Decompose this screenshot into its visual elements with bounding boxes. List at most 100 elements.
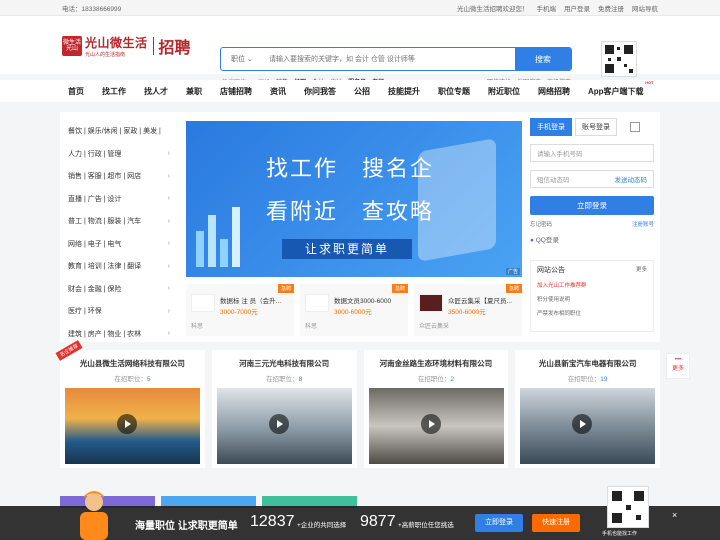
company-count: 12837 bbox=[250, 513, 295, 530]
banner-slogan: 让求职更简单 bbox=[282, 239, 412, 259]
job-title: 众匠云集采【夏尺员... bbox=[448, 298, 512, 305]
category-item[interactable]: 餐饮 | 娱乐/休闲 | 家政 | 美发 | bbox=[68, 120, 170, 143]
qr-login-icon[interactable] bbox=[630, 122, 640, 132]
top-bar: 电话：18338666999 光山微生活招聘欢迎您！ 手机端 用户登录 免费注册… bbox=[0, 0, 720, 16]
close-icon[interactable]: × bbox=[672, 510, 677, 520]
nav-find-job[interactable]: 找工作 bbox=[102, 86, 126, 97]
logo-subtitle: 光山人的生活指南 bbox=[85, 52, 126, 58]
site-nav-link[interactable]: 网站导航 bbox=[632, 3, 658, 13]
urgent-badge: 急聘 bbox=[277, 284, 294, 293]
category-item[interactable]: 教育 | 培训 | 法律 | 翻译 › bbox=[68, 255, 170, 278]
category-item[interactable]: 直播 | 广告 | 设计 › bbox=[68, 188, 170, 211]
search-button[interactable]: 搜索 bbox=[515, 48, 571, 70]
company-card[interactable]: 河南金丝路生态环境材料有限公司 在招职位：2 bbox=[363, 350, 509, 468]
logo-product: 招聘 bbox=[158, 40, 191, 57]
job-card[interactable]: 急聘 数据文员3000-6000 3000-6000元 科思 bbox=[300, 284, 408, 336]
nav-skills[interactable]: 技能提升 bbox=[388, 86, 420, 97]
main-panel: 餐饮 | 娱乐/休闲 | 家政 | 美发 | 人力 | 行政 | 管理 › 销售 … bbox=[60, 112, 660, 342]
nav-part-time[interactable]: 兼职 bbox=[186, 86, 202, 97]
banner-line-2: 看附近 查攻略 bbox=[266, 199, 435, 224]
qq-login[interactable]: ● QQ登录 bbox=[530, 234, 654, 244]
job-company: 众匠云集采 bbox=[419, 324, 450, 330]
chevron-right-icon: › bbox=[167, 307, 170, 315]
user-login-link[interactable]: 用户登录 bbox=[564, 3, 590, 13]
chevron-right-icon: › bbox=[167, 150, 170, 158]
nav-store-jobs[interactable]: 店铺招聘 bbox=[220, 86, 252, 97]
play-icon[interactable] bbox=[420, 414, 441, 434]
tab-phone-login[interactable]: 手机登录 bbox=[530, 118, 572, 136]
login-panel: 手机登录 账号登录 请输入手机号码 短信动态码 发送动态码 立即登录 忘记密码 注册… bbox=[530, 118, 654, 272]
play-icon[interactable] bbox=[117, 414, 137, 434]
nav-news[interactable]: 资讯 bbox=[270, 86, 286, 97]
nav-job-topics[interactable]: 职位专题 bbox=[438, 86, 470, 97]
job-card[interactable]: 急聘 数据标 注 员（会升... 3000-7000元 科思 bbox=[186, 284, 294, 336]
chevron-right-icon: › bbox=[167, 285, 170, 293]
featured-companies: 名企推荐 光山县微生活网络科技有限公司 在招职位：5 河南三元光电科技有限公司 … bbox=[55, 340, 660, 480]
free-register-link[interactable]: 免费注册 bbox=[598, 3, 624, 13]
logo-mark-icon: 微生活光山 bbox=[62, 36, 82, 56]
send-code-button[interactable]: 发送动态码 bbox=[615, 174, 648, 184]
company-name: 光山县新宝汽车电器有限公司 bbox=[538, 359, 637, 368]
search-input[interactable] bbox=[269, 48, 515, 70]
chevron-right-icon: › bbox=[167, 262, 170, 270]
hero-banner[interactable]: 找工作 搜名企 看附近 查攻略 让求职更简单 广告 bbox=[186, 121, 522, 277]
site-logo[interactable]: 微生活光山 光山微生活 光山人的生活指南 招聘 bbox=[62, 34, 191, 58]
search-bar: 职位 ⌄ 搜索 bbox=[220, 47, 572, 71]
login-button[interactable]: 立即登录 bbox=[530, 196, 654, 215]
side-more-button[interactable]: ••• 更多 bbox=[666, 353, 690, 379]
play-icon[interactable] bbox=[268, 414, 289, 434]
nav-public-recruit[interactable]: 公招 bbox=[354, 86, 370, 97]
forgot-password-link[interactable]: 忘记密码 bbox=[530, 220, 552, 228]
hotline: 电话：18338666999 bbox=[62, 5, 122, 13]
qr-caption: 手机也能找工作 bbox=[602, 531, 638, 537]
category-item[interactable]: 医疗 | 环保 › bbox=[68, 300, 170, 323]
job-total-label: +高薪职位任您挑选 bbox=[398, 522, 454, 529]
notice-item[interactable]: 积分使用说明 bbox=[537, 295, 647, 303]
bottom-float-bar: 海量职位 让求职更简单 12837 +企业的共同选择 9877 +高薪职位任您挑… bbox=[0, 486, 720, 540]
job-count: 在招职位：5 bbox=[114, 376, 151, 383]
job-card[interactable]: 急聘 众匠云集采【夏尺员... 3500-6000元 众匠云集采 bbox=[414, 284, 522, 336]
nav-find-talent[interactable]: 找人才 bbox=[144, 86, 168, 97]
nav-nearby-jobs[interactable]: 附近职位 bbox=[488, 86, 520, 97]
mobile-link[interactable]: 手机端 bbox=[537, 3, 557, 13]
phone-field[interactable]: 请输入手机号码 bbox=[530, 144, 654, 162]
category-item[interactable]: 销售 | 客服 | 超市 | 网店 › bbox=[68, 165, 170, 188]
job-count: 在招职位：19 bbox=[567, 376, 608, 383]
chevron-right-icon: › bbox=[167, 172, 170, 180]
company-name: 光山县微生活网络科技有限公司 bbox=[79, 359, 185, 368]
notice-panel: 网站公告 更多 加入光山工作推荐群 积分使用说明 严禁发布相同职位 bbox=[530, 260, 654, 332]
logo-title: 光山微生活 bbox=[85, 36, 148, 50]
bottom-login-button[interactable]: 立即登录 bbox=[475, 514, 523, 532]
category-item[interactable]: 财会 | 金融 | 保险 › bbox=[68, 278, 170, 301]
category-item[interactable]: 网络 | 电子 | 电气 › bbox=[68, 233, 170, 256]
notice-more-link[interactable]: 更多 bbox=[636, 265, 647, 275]
chevron-right-icon: › bbox=[167, 195, 170, 203]
nav-home[interactable]: 首页 bbox=[68, 86, 84, 97]
nav-app-download[interactable]: App客户端下载 HOT bbox=[588, 80, 654, 97]
nav-qa[interactable]: 你问我答 bbox=[304, 86, 336, 97]
notice-item[interactable]: 严禁发布相同职位 bbox=[537, 309, 647, 317]
bar-graphic-icon bbox=[196, 207, 240, 267]
urgent-jobs: 急聘 数据标 注 员（会升... 3000-7000元 科思 急聘 数据文员30… bbox=[186, 284, 522, 336]
tab-account-login[interactable]: 账号登录 bbox=[575, 118, 617, 136]
category-item[interactable]: 人力 | 行政 | 管理 › bbox=[68, 143, 170, 166]
job-company: 科思 bbox=[305, 324, 318, 330]
bottom-register-button[interactable]: 快速注册 bbox=[532, 514, 580, 532]
main-nav: 首页 找工作 找人才 兼职 店铺招聘 资讯 你问我答 公招 技能提升 职位专题 … bbox=[0, 80, 720, 102]
mascot-icon bbox=[80, 491, 108, 540]
job-salary: 3500-6000元 bbox=[448, 309, 486, 316]
search-category-select[interactable]: 职位 ⌄ bbox=[221, 48, 269, 70]
notice-item[interactable]: 加入光山工作推荐群 bbox=[537, 281, 647, 289]
job-salary: 3000-6000元 bbox=[334, 309, 372, 316]
company-card[interactable]: 河南三元光电科技有限公司 在招职位：8 bbox=[211, 350, 357, 468]
app-qr-code-icon bbox=[607, 486, 649, 528]
job-total: 9877 bbox=[360, 513, 396, 530]
sms-code-field[interactable]: 短信动态码 发送动态码 bbox=[530, 170, 654, 188]
category-item[interactable]: 普工 | 物流 | 服装 | 汽车 › bbox=[68, 210, 170, 233]
company-card[interactable]: 名企推荐 光山县微生活网络科技有限公司 在招职位：5 bbox=[55, 340, 205, 468]
category-item[interactable]: 建筑 | 房产 | 物业 | 农林 › bbox=[68, 323, 170, 346]
company-card[interactable]: 光山县新宝汽车电器有限公司 在招职位：19 bbox=[515, 350, 660, 468]
notice-title: 网站公告 bbox=[537, 267, 565, 274]
register-link[interactable]: 注册账号 bbox=[632, 220, 654, 228]
nav-online-recruit[interactable]: 网络招聘 bbox=[538, 86, 570, 97]
